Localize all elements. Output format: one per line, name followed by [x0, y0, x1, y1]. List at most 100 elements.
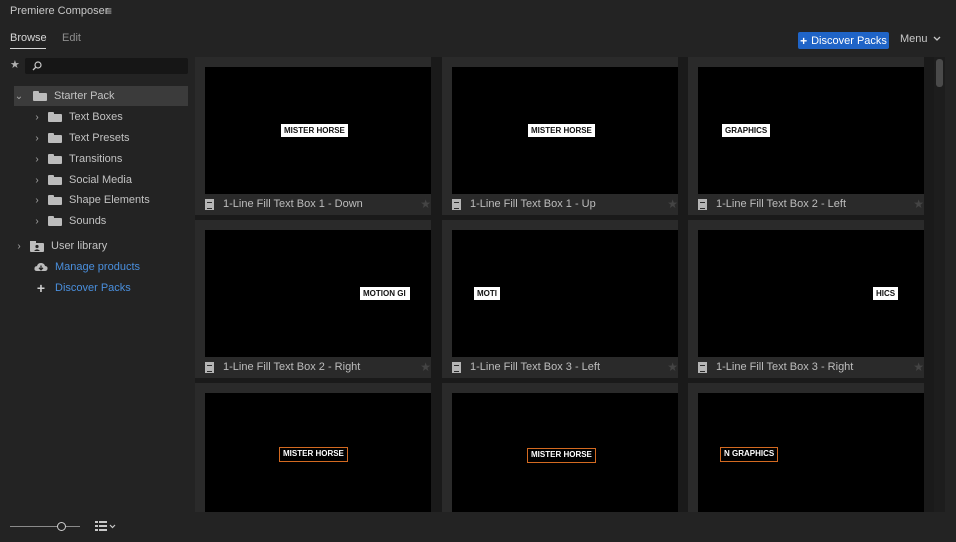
preset-thumbnail[interactable]: MOTION GI — [205, 230, 431, 357]
folder-icon — [48, 195, 62, 205]
user-library-icon — [30, 240, 44, 252]
preset-card[interactable]: MISTER HORSE 1-Line Fill Text Box 1 - Do… — [195, 57, 431, 215]
tree-item-transitions[interactable]: › Transitions — [32, 149, 188, 169]
preview-text: MISTER HORSE — [279, 447, 348, 462]
app-title: Premiere Composer — [10, 5, 109, 17]
tree-item-shape-elements[interactable]: › Shape Elements — [32, 190, 188, 210]
chevron-right-icon[interactable]: › — [32, 112, 42, 123]
preset-thumbnail[interactable]: MOTI — [452, 230, 678, 357]
slider-handle[interactable] — [57, 522, 66, 531]
scrollbar-thumb[interactable] — [936, 59, 943, 87]
folder-icon — [48, 133, 62, 143]
preset-thumbnail[interactable]: MISTER HORSE — [205, 393, 431, 512]
preset-card[interactable]: N GRAPHICS — [688, 383, 924, 512]
preset-grid: MISTER HORSE 1-Line Fill Text Box 1 - Do… — [195, 57, 945, 512]
preset-card[interactable]: MOTION GI 1-Line Fill Text Box 2 - Right… — [195, 220, 431, 378]
title-bar: Premiere Composer ≡ — [0, 0, 956, 26]
tree-item-sounds[interactable]: › Sounds — [32, 211, 188, 231]
chevron-down-icon[interactable]: ⌄ — [14, 91, 24, 102]
document-icon — [205, 361, 214, 373]
tree-item-starter-pack[interactable]: ⌄ Starter Pack — [14, 86, 188, 106]
preset-card[interactable]: MISTER HORSE — [195, 383, 431, 512]
preview-text: GRAPHICS — [722, 124, 771, 137]
bottom-bar — [0, 512, 956, 542]
preview-text: HICS — [873, 287, 899, 300]
preset-name: 1-Line Fill Text Box 2 - Right — [223, 361, 361, 373]
document-icon — [452, 361, 461, 373]
preset-card[interactable]: HICS 1-Line Fill Text Box 3 - Right ★ — [688, 220, 924, 378]
preview-text: MISTER HORSE — [527, 448, 596, 463]
tree-item-label: Text Presets — [69, 132, 130, 144]
search-input[interactable] — [45, 59, 185, 73]
cloud-download-icon — [34, 262, 48, 272]
favorite-star-icon[interactable]: ★ — [913, 197, 924, 211]
favorite-star-icon[interactable]: ★ — [667, 197, 678, 211]
tree-item-user-library[interactable]: › User library — [14, 236, 188, 256]
preset-thumbnail[interactable]: MISTER HORSE — [452, 67, 678, 194]
preview-text: N GRAPHICS — [720, 447, 779, 462]
document-icon — [698, 361, 707, 373]
favorite-star-icon[interactable]: ★ — [420, 197, 431, 211]
favorite-star-icon[interactable]: ★ — [420, 360, 431, 374]
folder-icon — [48, 216, 62, 226]
preset-thumbnail[interactable]: HICS — [698, 230, 924, 357]
view-mode-toggle[interactable] — [95, 521, 116, 531]
plus-icon: + — [800, 33, 808, 48]
discover-packs-button[interactable]: + Discover Packs — [798, 32, 889, 49]
tab-browse[interactable]: Browse — [10, 32, 47, 44]
chevron-right-icon[interactable]: › — [32, 195, 42, 206]
grid-scrollbar[interactable] — [934, 57, 945, 512]
document-icon — [452, 198, 461, 210]
hamburger-icon[interactable]: ≡ — [105, 5, 112, 17]
preset-thumbnail[interactable]: MISTER HORSE — [452, 393, 678, 512]
chevron-down-icon — [109, 524, 116, 528]
document-icon — [698, 198, 707, 210]
search-icon — [32, 61, 42, 71]
preview-text: MISTER HORSE — [281, 124, 348, 137]
tree-item-label: Starter Pack — [54, 90, 115, 102]
preset-name: 1-Line Fill Text Box 3 - Left — [470, 361, 601, 373]
tree-item-label: Text Boxes — [69, 111, 123, 123]
preset-name: 1-Line Fill Text Box 1 - Down — [223, 198, 363, 210]
document-icon — [205, 198, 214, 210]
preset-thumbnail[interactable]: MISTER HORSE — [205, 67, 431, 194]
favorite-star-icon[interactable]: ★ — [667, 360, 678, 374]
chevron-down-icon — [933, 36, 940, 41]
menu-button[interactable]: Menu — [900, 33, 941, 45]
preset-card[interactable]: MISTER HORSE 1-Line Fill Text Box 1 - Up… — [442, 57, 678, 215]
preview-text: MISTER HORSE — [528, 124, 595, 137]
chevron-right-icon[interactable]: › — [14, 241, 24, 252]
tree-item-social-media[interactable]: › Social Media — [32, 170, 188, 190]
folder-icon — [48, 112, 62, 122]
search-box[interactable] — [25, 58, 188, 74]
preset-thumbnail[interactable]: GRAPHICS — [698, 67, 924, 194]
manage-products-link[interactable]: Manage products — [34, 257, 140, 277]
plus-icon: + — [36, 280, 46, 296]
tab-edit[interactable]: Edit — [62, 32, 81, 44]
preset-thumbnail[interactable]: N GRAPHICS — [698, 393, 924, 512]
chevron-right-icon[interactable]: › — [32, 175, 42, 186]
chevron-right-icon[interactable]: › — [32, 154, 42, 165]
list-view-icon — [95, 521, 107, 531]
user-library-label: User library — [51, 240, 108, 252]
folder-icon — [33, 91, 47, 101]
sidebar: ★ ⌄ Starter Pack › Text Boxes › Text Pre… — [0, 54, 195, 512]
tree-item-text-presets[interactable]: › Text Presets — [32, 128, 188, 148]
manage-products-label: Manage products — [55, 261, 140, 273]
discover-packs-link-label: Discover Packs — [55, 282, 131, 294]
folder-icon — [48, 175, 62, 185]
discover-packs-link[interactable]: + Discover Packs — [34, 278, 131, 298]
preset-card[interactable]: MISTER HORSE — [442, 383, 678, 512]
chevron-right-icon[interactable]: › — [32, 216, 42, 227]
preset-name: 1-Line Fill Text Box 1 - Up — [470, 198, 596, 210]
preset-card[interactable]: GRAPHICS 1-Line Fill Text Box 2 - Left ★ — [688, 57, 924, 215]
favorite-star-icon[interactable]: ★ — [913, 360, 924, 374]
tree-item-text-boxes[interactable]: › Text Boxes — [32, 107, 188, 127]
preset-card[interactable]: MOTI 1-Line Fill Text Box 3 - Left ★ — [442, 220, 678, 378]
thumbnail-size-slider[interactable] — [10, 526, 80, 527]
tree-item-label: Social Media — [69, 174, 132, 186]
tree-item-label: Transitions — [69, 153, 123, 165]
menu-label: Menu — [900, 33, 928, 45]
chevron-right-icon[interactable]: › — [32, 133, 42, 144]
favorites-filter-star-icon[interactable]: ★ — [10, 58, 20, 71]
